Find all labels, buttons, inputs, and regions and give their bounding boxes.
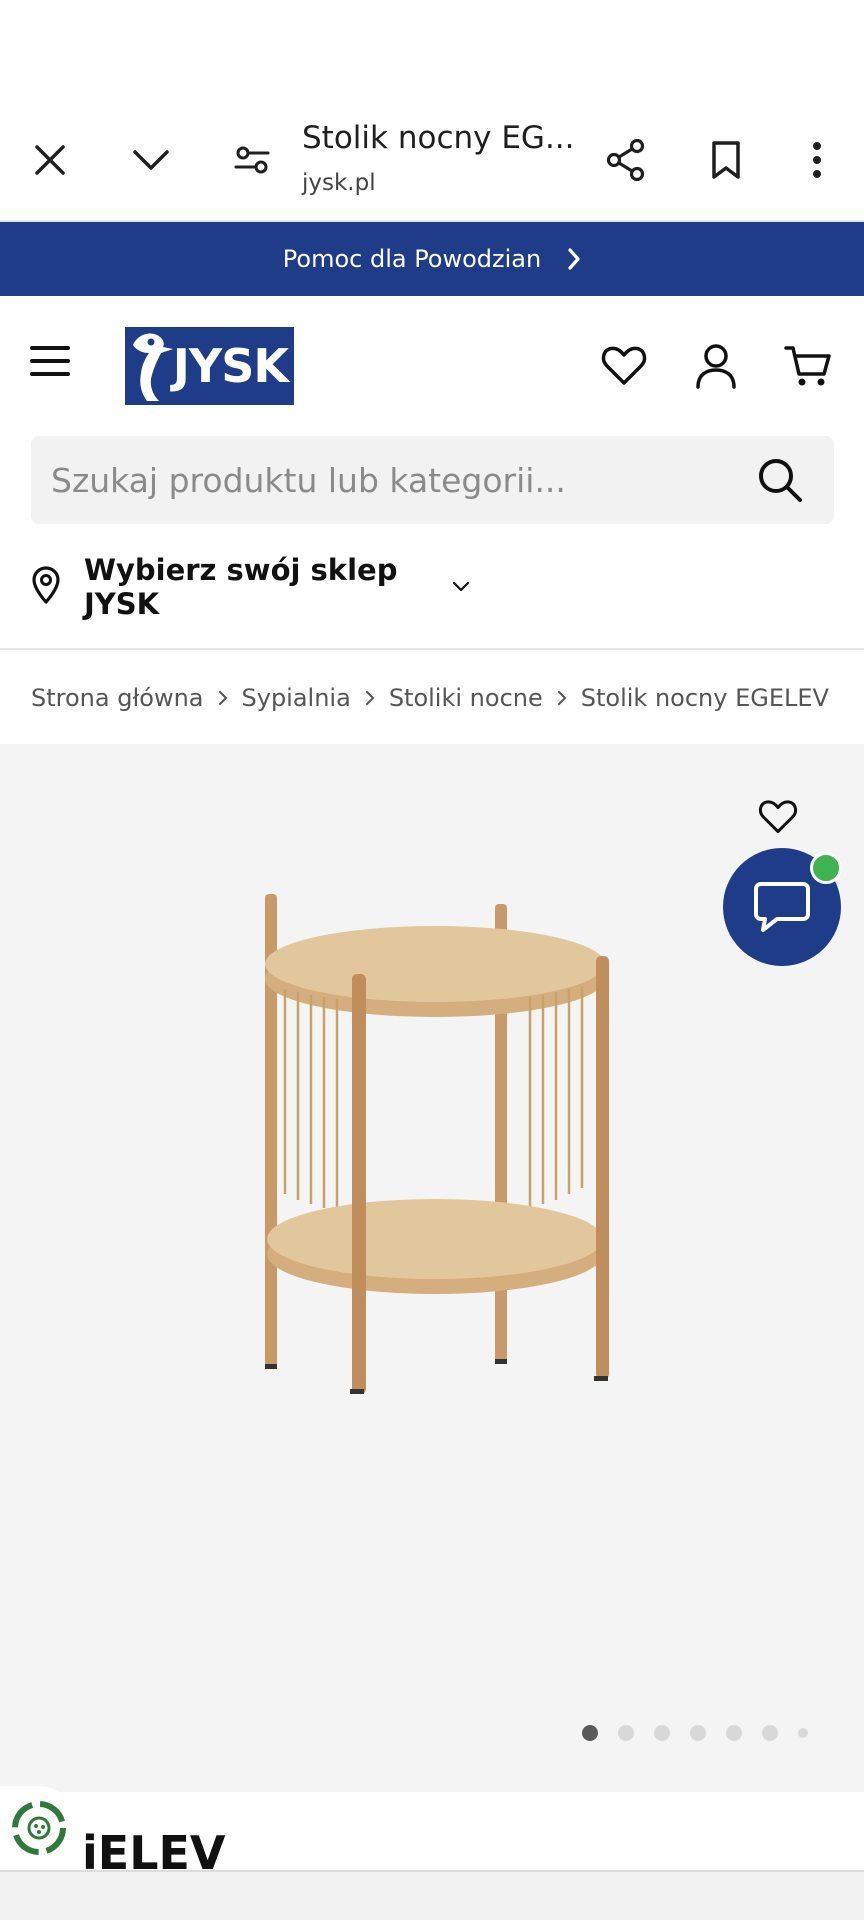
site-header: JYSK [0, 296, 864, 434]
chevron-right-icon [218, 690, 228, 706]
breadcrumb-item-nightstands[interactable]: Stoliki nocne [389, 684, 543, 712]
gallery-dot[interactable] [726, 1725, 742, 1741]
store-selector[interactable]: Wybierz swój sklep JYSK [30, 553, 470, 621]
close-icon[interactable] [20, 130, 80, 190]
tab-title[interactable]: Stolik nocny EG... [302, 120, 575, 156]
breadcrumb-item-current: Stolik nocny EGELEV [580, 684, 829, 712]
heart-icon[interactable] [598, 340, 650, 392]
gallery-dot[interactable] [762, 1725, 778, 1741]
gallery-dot[interactable] [582, 1725, 598, 1741]
gallery-dot[interactable] [690, 1725, 706, 1741]
header-divider [0, 648, 864, 650]
status-bar-area [0, 0, 864, 100]
eco-badge[interactable] [0, 1786, 78, 1870]
chevron-down-icon[interactable] [121, 130, 181, 190]
product-image[interactable] [240, 864, 640, 1394]
location-pin-icon [30, 565, 62, 610]
breadcrumb-item-bedroom[interactable]: Sypialnia [242, 684, 351, 712]
gallery-dot[interactable] [654, 1725, 670, 1741]
bookmark-icon[interactable] [696, 130, 756, 190]
promo-text: Pomoc dla Powodzian [282, 245, 542, 273]
gallery-dot[interactable] [618, 1725, 634, 1741]
share-icon[interactable] [596, 130, 656, 190]
chevron-right-icon [557, 690, 567, 706]
add-to-wishlist-heart-icon[interactable] [758, 799, 806, 847]
promo-banner[interactable]: Pomoc dla Powodzian [0, 222, 864, 296]
menu-icon[interactable] [30, 344, 82, 386]
site-settings-icon[interactable] [222, 130, 282, 190]
logo-bird-icon [133, 333, 173, 401]
store-label: Wybierz swój sklep JYSK [84, 553, 398, 621]
chat-bubble-icon [754, 882, 810, 932]
product-title: iELEV [82, 1830, 226, 1870]
user-icon[interactable] [690, 340, 742, 392]
breadcrumb: Strona główna Sypialnia Stoliki nocne St… [31, 676, 829, 720]
search-input[interactable] [51, 436, 731, 524]
logo-text: JYSK [172, 339, 289, 393]
cart-icon[interactable] [782, 340, 834, 392]
search-icon[interactable] [756, 456, 804, 504]
more-vert-icon[interactable] [787, 130, 847, 190]
chevron-right-icon [567, 247, 581, 271]
page-url[interactable]: jysk.pl [302, 170, 376, 196]
online-status-dot [810, 852, 842, 884]
gallery-pagination [582, 1725, 828, 1741]
chevron-right-icon [365, 690, 375, 706]
jysk-logo[interactable]: JYSK [125, 327, 294, 405]
gallery-dot[interactable] [798, 1728, 808, 1738]
chevron-down-icon [452, 581, 470, 593]
bottom-bar [0, 1872, 864, 1920]
browser-toolbar: Stolik nocny EG... jysk.pl [0, 100, 864, 222]
recycle-icon [12, 1801, 66, 1855]
breadcrumb-item-home[interactable]: Strona główna [31, 684, 204, 712]
search-bar [31, 436, 834, 524]
